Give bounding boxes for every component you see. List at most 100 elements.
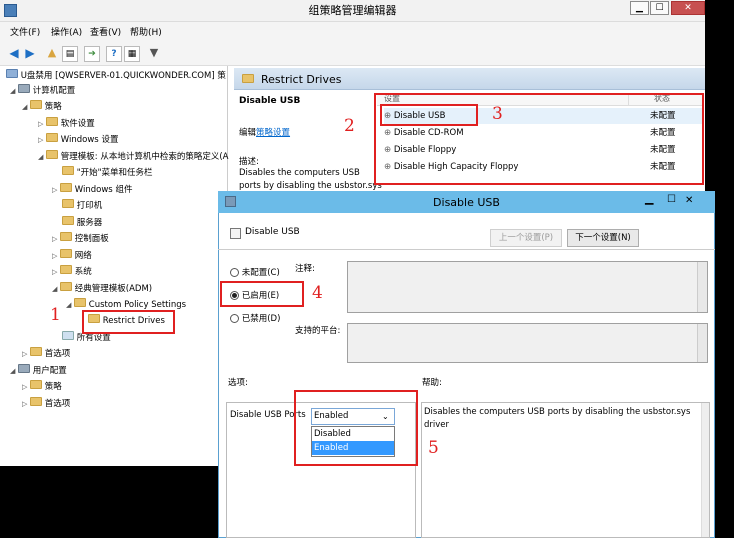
filter-icon[interactable]: ▼ [146, 46, 162, 62]
comment-label: 注释: [295, 264, 315, 274]
back-icon[interactable]: ◀ [6, 46, 22, 62]
collapse-icon[interactable]: ◢ [10, 367, 15, 375]
computer-icon [18, 84, 31, 93]
options-label: 选项: [228, 378, 248, 388]
tree-user-policy[interactable]: ▷ 策略 [22, 380, 62, 394]
supported-scrollbar[interactable] [697, 324, 707, 362]
folder-icon [60, 232, 73, 241]
folder-icon [30, 397, 43, 406]
folder-icon [60, 183, 73, 192]
description-text-1: Disables the computers USB [239, 168, 360, 178]
dialog-close-button[interactable]: ✕ [685, 195, 693, 206]
tree-admin-templates[interactable]: ◢ 管理模板: 从本地计算机中检索的策略定义(A [38, 150, 229, 164]
export-icon[interactable]: ➔ [84, 46, 100, 62]
folder-icon [46, 117, 59, 126]
tree-policy[interactable]: ◢ 策略 [22, 100, 62, 114]
annotation-label-1: 1 [50, 305, 61, 325]
tree-preferences[interactable]: ▷ 首选项 [22, 347, 70, 361]
tree-user-preferences[interactable]: ▷ 首选项 [22, 397, 70, 411]
folder-icon [62, 166, 74, 175]
forward-icon[interactable]: ▶ [22, 46, 38, 62]
tree-control-panel[interactable]: ▷ 控制面板 [52, 232, 109, 246]
radio-disabled[interactable]: 已禁用(D) [230, 312, 280, 324]
watermark: CSDN @suifengxue [553, 510, 689, 526]
folder-icon [242, 74, 254, 83]
folder-up-icon[interactable]: ▲ [44, 46, 60, 62]
dialog-minimize-button[interactable]: ▁ [645, 192, 653, 205]
dialog-setting-name: Disable USB [245, 227, 300, 237]
expand-icon[interactable]: ▷ [22, 350, 27, 358]
dialog-maximize-button[interactable]: ☐ [667, 194, 676, 205]
folder-icon [60, 249, 73, 258]
help-scrollbar[interactable] [701, 403, 709, 537]
folder-icon [30, 100, 43, 109]
tree-start-menu[interactable]: "开始"菜单和任务栏 [62, 166, 153, 180]
tree-windows-settings[interactable]: ▷ Windows 设置 [38, 133, 118, 147]
help-icon[interactable]: ? [106, 46, 122, 62]
collapse-icon[interactable]: ◢ [38, 153, 43, 161]
maximize-button[interactable]: ☐ [650, 1, 669, 15]
expand-icon[interactable]: ▷ [22, 383, 27, 391]
expand-icon[interactable]: ▷ [52, 186, 57, 194]
comment-textarea[interactable] [347, 261, 708, 313]
tree-server[interactable]: 服务器 [62, 216, 102, 230]
annotation-box-4 [220, 281, 304, 307]
collapse-icon[interactable]: ◢ [52, 285, 57, 293]
expand-icon[interactable]: ▷ [52, 268, 57, 276]
menu-help[interactable]: 帮助(H) [130, 25, 162, 38]
comment-scrollbar[interactable] [697, 262, 707, 312]
supported-platforms-label: 支持的平台: [295, 326, 341, 336]
tree-windows-components[interactable]: ▷ Windows 组件 [52, 183, 132, 197]
folder-icon [60, 282, 73, 291]
menu-file[interactable]: 文件(F) [10, 25, 40, 38]
policy-doc-icon [230, 228, 241, 239]
settings-folder-icon [62, 331, 74, 340]
radio-not-configured[interactable]: 未配置(C) [230, 266, 280, 278]
annotation-box-5 [294, 390, 418, 466]
folder-icon [46, 133, 59, 142]
show-hide-tree-icon[interactable]: ▤ [62, 46, 78, 62]
menu-view[interactable]: 查看(V) [90, 25, 121, 38]
expand-icon[interactable]: ▷ [52, 252, 57, 260]
tree-software-settings[interactable]: ▷ 软件设置 [38, 117, 95, 131]
user-icon [18, 364, 31, 373]
collapse-icon[interactable]: ◢ [66, 301, 71, 309]
annotation-label-2: 2 [344, 116, 355, 136]
menu-action[interactable]: 操作(A) [51, 25, 82, 38]
expand-icon[interactable]: ▷ [52, 235, 57, 243]
collapse-icon[interactable]: ◢ [22, 103, 27, 111]
details-header-title: Restrict Drives [261, 73, 342, 86]
description-label: 描述: [239, 157, 259, 167]
folder-icon [62, 216, 74, 225]
expand-icon[interactable]: ▷ [22, 400, 27, 408]
tree-user-config[interactable]: ◢ 用户配置 [10, 364, 67, 378]
tree-root[interactable]: U盘禁用 [QWSERVER-01.QUICKWONDER.COM] 策 [6, 69, 226, 83]
close-button[interactable]: ✕ [671, 1, 705, 15]
dialog-title: Disable USB [433, 196, 500, 209]
expand-icon[interactable]: ▷ [38, 120, 43, 128]
next-setting-button[interactable]: 下一个设置(N) [567, 229, 639, 247]
expand-icon[interactable]: ▷ [38, 136, 43, 144]
help-text: Disables the computers USB ports by disa… [424, 407, 691, 430]
tree-system[interactable]: ▷ 系统 [52, 265, 92, 279]
annotation-label-3: 3 [492, 104, 503, 124]
selected-setting-title: Disable USB [239, 96, 301, 106]
annotation-box-3 [380, 104, 478, 126]
annotation-label-4: 4 [312, 283, 323, 303]
tree-classic-admin[interactable]: ◢ 经典管理模板(ADM) [52, 282, 152, 296]
help-label: 帮助: [422, 378, 442, 388]
tree-computer-config[interactable]: ◢ 计算机配置 [10, 84, 75, 98]
tree-network[interactable]: ▷ 网络 [52, 249, 92, 263]
annotation-box-1 [82, 310, 175, 334]
radio-circle[interactable] [230, 314, 239, 323]
properties-icon[interactable]: ▦ [124, 46, 140, 62]
folder-icon [60, 265, 73, 274]
folder-icon [46, 150, 59, 159]
prev-setting-button[interactable]: 上一个设置(P) [490, 229, 562, 247]
edit-policy-link[interactable]: 策略设置 [256, 128, 290, 138]
folder-icon [74, 298, 87, 307]
tree-printer[interactable]: 打印机 [62, 199, 102, 213]
collapse-icon[interactable]: ◢ [10, 87, 15, 95]
minimize-button[interactable]: ▁ [630, 1, 649, 15]
radio-circle[interactable] [230, 268, 239, 277]
